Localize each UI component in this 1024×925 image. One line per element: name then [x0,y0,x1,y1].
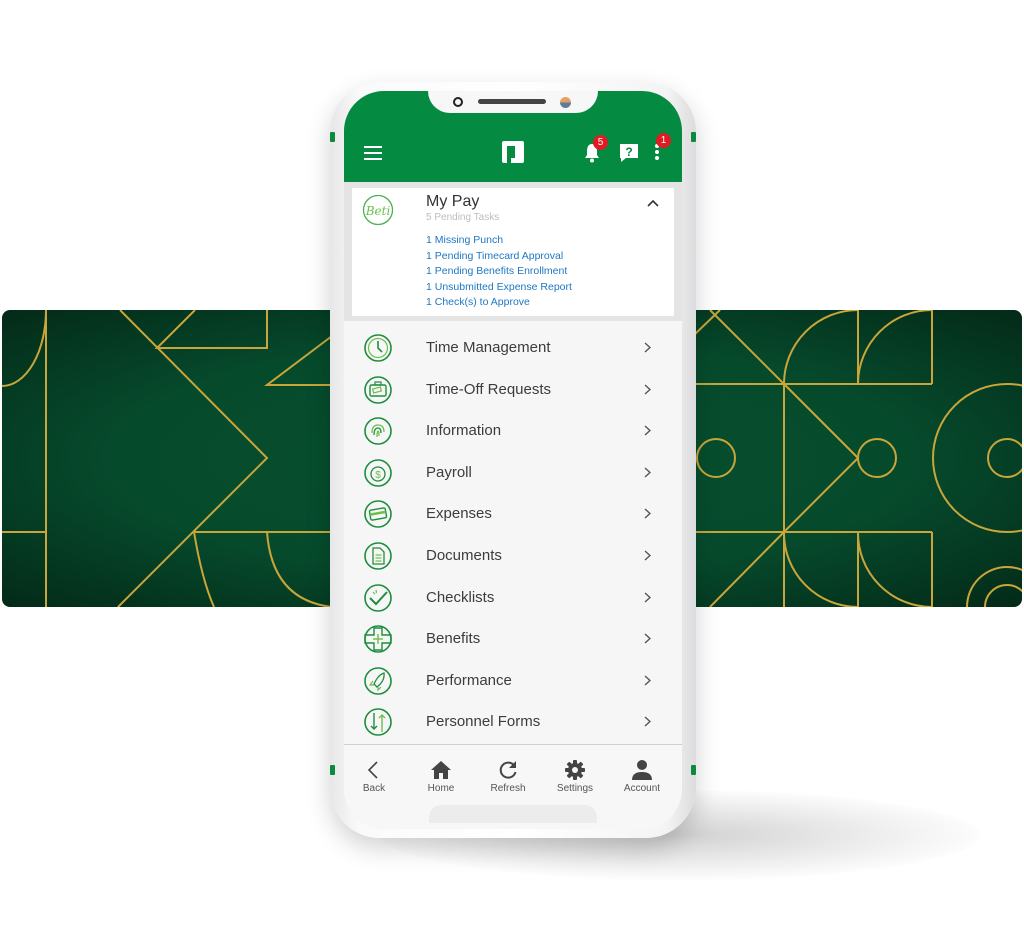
menu-item-label: Expenses [426,505,492,523]
menu-item-label: Payroll [426,463,472,481]
chevron-right-icon [644,425,651,436]
nav-label: Home [427,783,455,794]
pending-tasks-count: 5 Pending Tasks [426,212,500,223]
back-icon [367,761,378,779]
phone-notch [428,91,598,113]
my-pay-card-wrapper: Beti My Pay 5 Pending Tasks 1 Missing Pu… [344,182,682,321]
side-button [330,765,335,775]
more-badge: 1 [656,133,671,148]
menu-item-label: Time-Off Requests [426,380,552,398]
svg-text:?: ? [625,145,632,159]
task-link-benefits-enrollment[interactable]: 1 Pending Benefits Enrollment [426,264,572,280]
menu-item-label: Benefits [426,630,481,648]
side-button [330,132,335,142]
help-icon: ? [620,144,638,162]
menu-item-time-off-requests[interactable]: Time-Off Requests [344,369,682,411]
menu-item-label: Time Management [426,339,551,356]
main-content: Beti My Pay 5 Pending Tasks 1 Missing Pu… [344,182,682,744]
nav-settings-button[interactable]: Settings [545,759,605,794]
phone-screen: 5 ? 1 Beti My Pay 5 Pending Tasks 1 Miss… [344,91,682,829]
help-button[interactable]: ? [619,143,639,163]
chevron-right-icon [644,550,651,561]
menu-item-label: Information [426,422,502,440]
nav-account-button[interactable]: Account [612,759,672,794]
nav-refresh-button[interactable]: Refresh [478,759,538,794]
menu-item-label: Documents [426,546,502,564]
nav-label: Refresh [490,783,526,794]
home-indicator [429,805,597,823]
clock-icon [364,334,392,362]
camera-icon [453,97,463,107]
svg-text:$: $ [375,470,381,481]
task-link-expense-report[interactable]: 1 Unsubmitted Expense Report [426,280,572,296]
document-icon [364,542,392,570]
home-icon [431,761,451,779]
task-link-timecard-approval[interactable]: 1 Pending Timecard Approval [426,249,572,265]
refresh-icon [499,761,517,779]
menu-item-label: Checklists [426,588,495,606]
nav-back-button[interactable]: Back [344,759,404,794]
nav-label: Settings [556,783,594,794]
menu-item-documents[interactable]: Documents [344,535,682,577]
more-options-button[interactable]: 1 [654,133,671,163]
credit-card-icon [364,500,392,529]
pending-task-list: 1 Missing Punch 1 Pending Timecard Appro… [426,233,572,311]
hamburger-icon[interactable] [364,146,382,160]
paycom-logo[interactable] [502,141,524,163]
sensor-icon [560,97,571,108]
user-icon [632,760,652,780]
gear-icon [565,760,585,780]
fingerprint-icon [364,417,392,445]
medical-cross-icon [364,625,392,653]
notification-badge: 5 [593,135,608,150]
marketing-stage: 5 ? 1 Beti My Pay 5 Pending Tasks 1 Miss… [0,0,1024,925]
checkmark-icon [364,583,392,612]
chevron-right-icon [644,384,651,395]
chevron-right-icon [644,508,651,519]
task-link-missing-punch[interactable]: 1 Missing Punch [426,233,572,249]
money-bag-icon: $ [364,458,392,487]
menu-item-performance[interactable]: Performance [344,660,682,702]
menu-item-label: Performance [426,671,512,689]
bottom-navigation: Back Home Refresh Settings Account [344,744,682,829]
menu-item-time-management[interactable]: Time Management [344,327,682,369]
svg-text:Beti: Beti [365,204,391,218]
nav-label: Account [623,783,661,794]
my-pay-title: My Pay [426,193,480,210]
side-button [691,132,696,142]
speaker-grille [478,99,546,104]
chevron-right-icon [644,342,651,353]
menu-item-label: Personnel Forms [426,713,541,731]
suitcase-icon [364,375,392,404]
chevron-right-icon [644,716,651,727]
side-button [691,765,696,775]
menu-item-payroll[interactable]: $ Payroll [344,452,682,494]
beti-avatar-icon: Beti [362,194,394,226]
chevron-up-icon[interactable] [646,198,660,208]
chevron-right-icon [644,592,651,603]
chevron-right-icon [644,675,651,686]
menu-item-checklists[interactable]: Checklists [344,577,682,619]
rocket-icon [364,666,392,695]
transfer-arrows-icon [364,708,392,737]
phone-mockup: 5 ? 1 Beti My Pay 5 Pending Tasks 1 Miss… [330,82,696,838]
menu-item-expenses[interactable]: Expenses [344,493,682,535]
menu-item-benefits[interactable]: Benefits [344,618,682,660]
nav-label: Back [362,783,386,794]
chevron-right-icon [644,633,651,644]
menu-item-personnel-forms[interactable]: Personnel Forms [344,701,682,743]
nav-home-button[interactable]: Home [411,759,471,794]
menu-item-information[interactable]: Information [344,410,682,452]
my-pay-card: Beti My Pay 5 Pending Tasks 1 Missing Pu… [352,188,674,316]
task-link-checks-to-approve[interactable]: 1 Check(s) to Approve [426,295,572,311]
chevron-right-icon [644,467,651,478]
notifications-button[interactable]: 5 [583,135,608,163]
